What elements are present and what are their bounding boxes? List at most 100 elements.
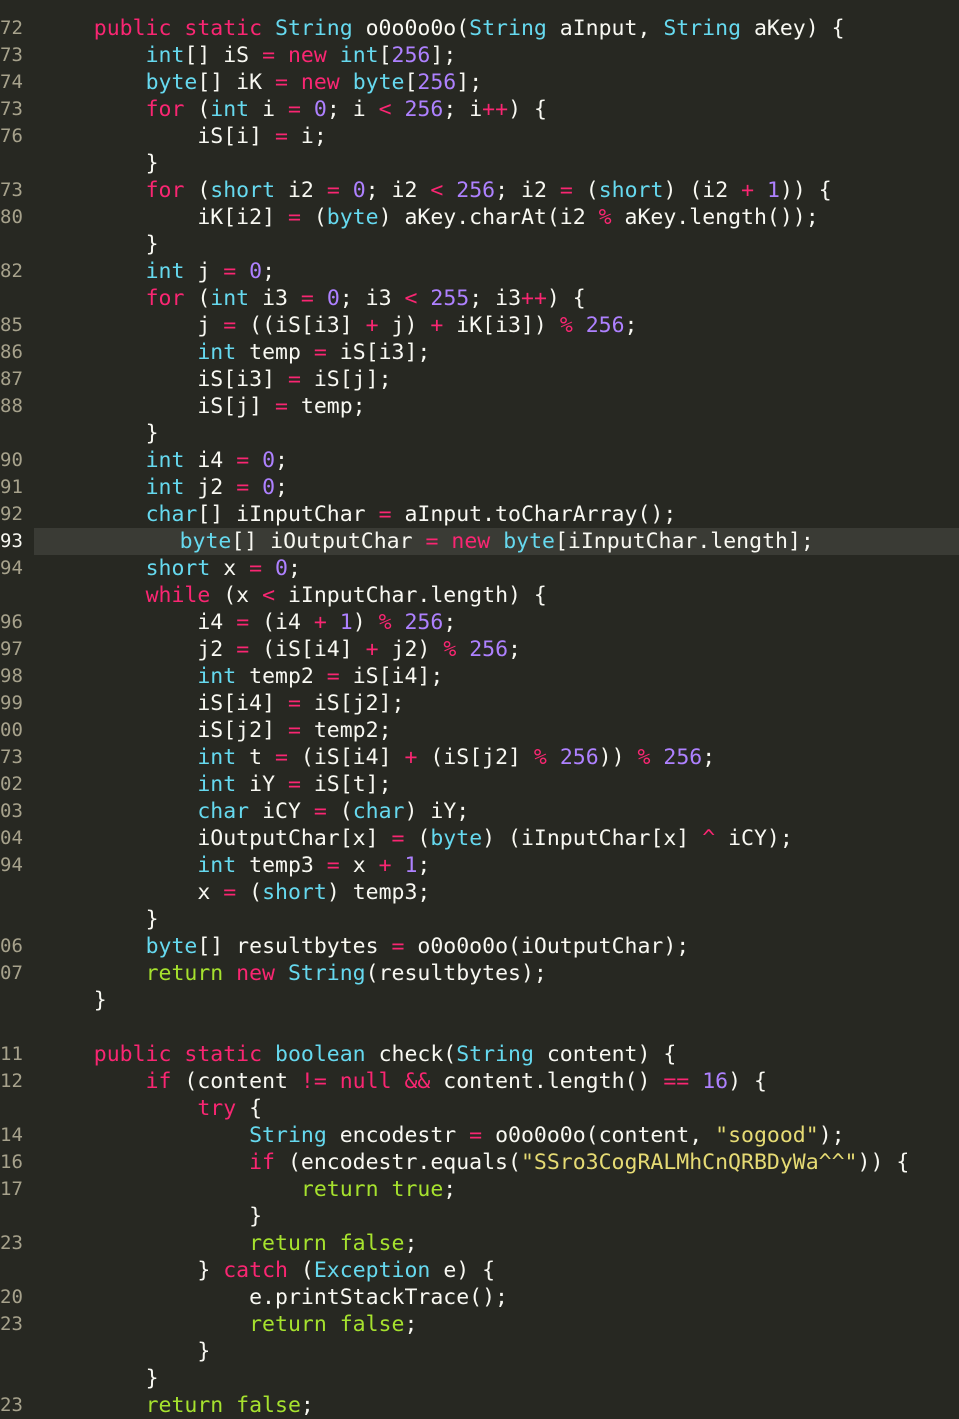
code-token: "SSro3CogRALMhCnQRBDyWa^^" (520, 1150, 858, 1175)
code-line[interactable]: try { (0, 1095, 959, 1122)
code-line[interactable] (0, 1014, 959, 1041)
code-token: char (352, 799, 405, 824)
code-text: } (42, 1365, 159, 1392)
code-line[interactable]: } (0, 231, 959, 258)
code-token: public static (93, 1042, 275, 1067)
code-token: = (236, 475, 263, 500)
line-number: 94 (0, 854, 23, 876)
code-token: e.printStackTrace(); (249, 1285, 508, 1310)
code-line[interactable]: } (0, 987, 959, 1014)
code-line[interactable]: 00 iS[j2] = temp2; (0, 717, 959, 744)
code-line[interactable]: 76 iS[i] = i; (0, 123, 959, 150)
code-line[interactable]: 94 int temp3 = x + 1; (0, 852, 959, 879)
code-line[interactable]: 73 for (int i = 0; i < 256; i++) { (0, 96, 959, 123)
code-text: int j2 = 0; (42, 474, 288, 501)
code-line[interactable]: 06 byte[] resultbytes = o0o0o0o(iOutputC… (0, 933, 959, 960)
code-line[interactable]: 91 int j2 = 0; (0, 474, 959, 501)
code-text: iS[i4] = iS[j2]; (42, 690, 404, 717)
code-text: e.printStackTrace(); (42, 1284, 508, 1311)
code-line[interactable]: 11 public static boolean check(String co… (0, 1041, 959, 1068)
line-number: 12 (0, 1070, 23, 1092)
code-token: catch (223, 1258, 301, 1283)
code-line[interactable]: 97 j2 = (iS[i4] + j2) % 256; (0, 636, 959, 663)
code-line[interactable]: 82 int j = 0; (0, 258, 959, 285)
code-token: int (339, 43, 379, 68)
code-token: } (145, 151, 159, 176)
code-token: String (469, 16, 560, 41)
code-token: } (197, 1258, 224, 1283)
code-line[interactable]: 94 short x = 0; (0, 555, 959, 582)
code-token: ; (417, 853, 431, 878)
code-line[interactable]: 16 if (encodestr.equals("SSro3CogRALMhCn… (0, 1149, 959, 1176)
code-line[interactable]: 12 if (content != null && content.length… (0, 1068, 959, 1095)
code-token: iS[j] (197, 394, 276, 419)
code-token: = (469, 1123, 496, 1148)
code-token: char (197, 799, 263, 824)
code-line[interactable]: 14 String encodestr = o0o0o0o(content, "… (0, 1122, 959, 1149)
code-text: byte[] iOutputChar = new byte[iInputChar… (76, 528, 814, 555)
code-token: = (391, 934, 418, 959)
code-line[interactable]: 74 byte[] iK = new byte[256]; (0, 69, 959, 96)
code-line[interactable]: for (int i3 = 0; i3 < 255; i3++) { (0, 285, 959, 312)
code-line[interactable]: x = (short) temp3; (0, 879, 959, 906)
code-line[interactable]: 17 return true; (0, 1176, 959, 1203)
code-token: = (236, 610, 263, 635)
code-token: (i4 (262, 610, 314, 635)
code-line[interactable]: 90 int i4 = 0; (0, 447, 959, 474)
code-line[interactable]: } catch (Exception e) { (0, 1257, 959, 1284)
code-text: } (42, 987, 107, 1014)
code-line[interactable]: 80 iK[i2] = (byte) aKey.charAt(i2 % aKey… (0, 204, 959, 231)
code-line[interactable]: 03 char iCY = (char) iY; (0, 798, 959, 825)
code-line[interactable]: 92 char[] iInputChar = aInput.toCharArra… (0, 501, 959, 528)
code-line[interactable]: } (0, 1203, 959, 1230)
code-token: = new (425, 529, 504, 554)
code-line[interactable]: while (x < iInputChar.length) { (0, 582, 959, 609)
code-line[interactable]: 96 i4 = (i4 + 1) % 256; (0, 609, 959, 636)
code-line[interactable]: } (0, 1338, 959, 1365)
code-line[interactable]: 88 iS[j] = temp; (0, 393, 959, 420)
code-line[interactable]: 23 return false; (0, 1230, 959, 1257)
code-line[interactable]: 04 iOutputChar[x] = (byte) (iInputChar[x… (0, 825, 959, 852)
code-line[interactable]: 86 int temp = iS[i3]; (0, 339, 959, 366)
code-token: )) { (779, 178, 832, 203)
code-line[interactable]: } (0, 1365, 959, 1392)
code-token: i4 (197, 610, 237, 635)
code-line[interactable]: 73 for (short i2 = 0; i2 < 256; i2 = (sh… (0, 177, 959, 204)
code-line[interactable]: 23 return false; (0, 1311, 959, 1338)
code-token: % (637, 745, 664, 770)
code-editor[interactable]: 72 public static String o0o0o0o(String a… (0, 0, 959, 1419)
code-token: % (443, 637, 470, 662)
code-token: = (287, 691, 314, 716)
code-line[interactable]: 73 int t = (iS[i4] + (iS[j2] % 256)) % 2… (0, 744, 959, 771)
code-text: } (42, 231, 159, 258)
code-token: } (249, 1204, 263, 1229)
code-line[interactable]: 73 int[] iS = new int[256]; (0, 42, 959, 69)
code-line[interactable]: 72 public static String o0o0o0o(String a… (0, 15, 959, 42)
code-line[interactable]: } (0, 150, 959, 177)
code-line-current[interactable]: 93 byte[] iOutputChar = new byte[iInputC… (0, 528, 959, 555)
code-line[interactable]: 20 e.printStackTrace(); (0, 1284, 959, 1311)
code-token: temp2 (249, 664, 327, 689)
code-token: try (197, 1096, 250, 1121)
code-token: } (93, 988, 107, 1013)
code-line[interactable]: 07 return new String(resultbytes); (0, 960, 959, 987)
code-token: = (287, 205, 314, 230)
code-token: = (236, 448, 263, 473)
code-text: for (int i = 0; i < 256; i++) { (42, 96, 547, 123)
code-line[interactable]: 87 iS[i3] = iS[j]; (0, 366, 959, 393)
code-line[interactable]: 98 int temp2 = iS[i4]; (0, 663, 959, 690)
code-line[interactable]: } (0, 906, 959, 933)
code-text: int temp = iS[i3]; (42, 339, 430, 366)
code-line[interactable]: } (0, 420, 959, 447)
code-line[interactable]: 02 int iY = iS[t]; (0, 771, 959, 798)
code-line[interactable]: 99 iS[i4] = iS[j2]; (0, 690, 959, 717)
code-line[interactable]: 85 j = ((iS[i3] + j) + iK[i3]) % 256; (0, 312, 959, 339)
code-token: 256 (585, 313, 625, 338)
code-line[interactable]: 23 return false; (0, 1392, 959, 1419)
